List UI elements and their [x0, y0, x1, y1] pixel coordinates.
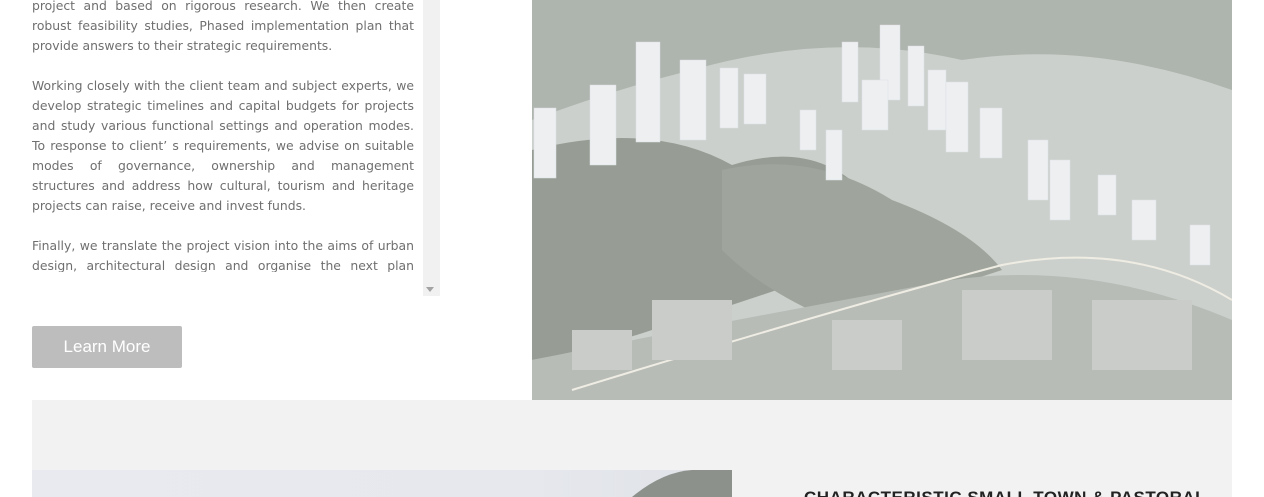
text-panel-scrollbar[interactable]	[423, 0, 440, 296]
intro-paragraph-2: Working closely with the client team and…	[32, 78, 414, 213]
learn-more-button[interactable]: Learn More	[32, 326, 182, 368]
intro-paragraph-3: Finally, we translate the project vision…	[32, 238, 414, 272]
next-project-section: CHARACTERISTIC SMALL TOWN & PASTORAL COM…	[32, 400, 1232, 497]
next-project-heading-text: CHARACTERISTIC SMALL TOWN & PASTORAL COM…	[804, 488, 1204, 497]
intro-text-panel: project and based on rigorous research. …	[32, 0, 414, 272]
intro-paragraph-1: project and based on rigorous research. …	[32, 0, 414, 53]
pastoral-complex-image	[32, 470, 732, 497]
next-project-heading: CHARACTERISTIC SMALL TOWN & PASTORAL COM…	[804, 488, 1204, 497]
scroll-down-arrow-icon[interactable]	[426, 287, 434, 292]
city-aerial-render-image	[532, 0, 1232, 400]
